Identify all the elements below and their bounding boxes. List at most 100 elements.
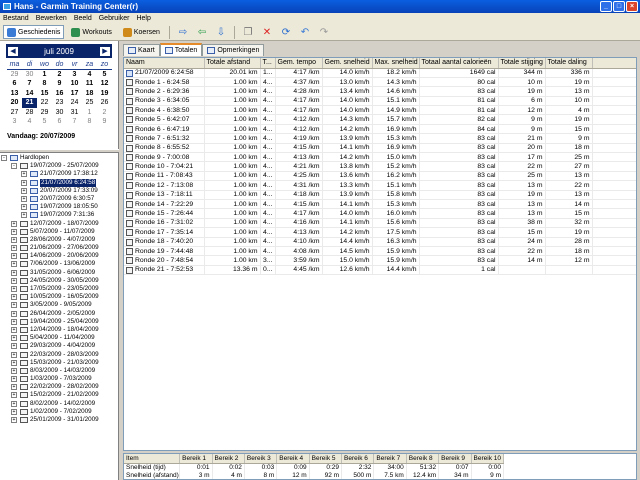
calendar-day[interactable]: 3 xyxy=(7,117,22,127)
zone-row[interactable]: Snelheid (tijd) 0:01 0:02 0:03 0:09 0:29 2:32 3… xyxy=(124,463,505,471)
calendar-day[interactable]: 29 xyxy=(7,70,22,80)
tree-activity-node[interactable]: +21/07/2009 6:24:58 xyxy=(0,178,118,187)
redo-icon[interactable]: ↷ xyxy=(316,26,332,39)
expand-icon[interactable]: + xyxy=(11,417,17,423)
expand-icon[interactable]: + xyxy=(11,220,17,227)
expand-icon[interactable]: + xyxy=(11,236,17,243)
expand-icon[interactable]: + xyxy=(11,294,17,301)
calendar-day[interactable]: 5 xyxy=(97,70,112,80)
column-header[interactable]: Totale daling xyxy=(545,58,593,69)
calendar-day[interactable]: 19 xyxy=(97,89,112,99)
menu-beeld[interactable]: Beeld xyxy=(74,15,92,22)
column-header[interactable]: Gem. tempo xyxy=(275,58,323,69)
expand-icon[interactable]: + xyxy=(11,253,17,260)
table-row-lap[interactable]: Ronde 8 - 6:55:52 1.00 km 4... 4:15 /km 14.1… xyxy=(124,143,636,154)
tree-week-node[interactable]: - 19/07/2009 - 25/07/2009 xyxy=(0,162,118,170)
tab-kaart[interactable]: Kaart xyxy=(123,44,160,56)
table-row-lap[interactable]: Ronde 20 - 7:48:54 1.00 km 3... 3:59 /km 15.… xyxy=(124,255,636,266)
tree-week-node[interactable]: +3/05/2009 - 9/05/2009 xyxy=(0,301,118,309)
tree-week-node[interactable]: +12/04/2009 - 18/04/2009 xyxy=(0,326,118,334)
table-row-lap[interactable]: Ronde 2 - 6:29:36 1.00 km 4... 4:28 /km 13.4… xyxy=(124,86,636,97)
calendar-day[interactable]: 7 xyxy=(22,79,37,89)
collapse-icon[interactable]: - xyxy=(11,163,17,170)
expand-icon[interactable]: + xyxy=(11,318,17,325)
delete-icon[interactable]: ✕ xyxy=(259,26,275,39)
table-row-lap[interactable]: Ronde 17 - 7:35:14 1.00 km 4... 4:13 /km 14.… xyxy=(124,227,636,238)
calendar-day[interactable]: 29 xyxy=(37,108,52,118)
collapse-icon[interactable]: - xyxy=(1,155,7,161)
zone-column-header[interactable]: Bereik 3 xyxy=(244,454,278,464)
calendar-day[interactable]: 12 xyxy=(97,79,112,89)
tree-week-node[interactable]: +5/04/2009 - 11/04/2009 xyxy=(0,334,118,342)
table-row-lap[interactable]: Ronde 10 - 7:04:21 1.00 km 4... 4:21 /km 13.… xyxy=(124,161,636,172)
tree-week-node[interactable]: +26/04/2009 - 2/05/2009 xyxy=(0,310,118,318)
table-row-lap[interactable]: Ronde 14 - 7:22:29 1.00 km 4... 4:15 /km 14.… xyxy=(124,199,636,210)
tree-week-node[interactable]: +14/06/2009 - 20/06/2009 xyxy=(0,252,118,260)
expand-icon[interactable]: + xyxy=(11,302,17,309)
tree-week-node[interactable]: +22/03/2009 - 28/03/2009 xyxy=(0,351,118,359)
calendar-prev-button[interactable]: ◀ xyxy=(8,46,18,56)
column-header[interactable]: Naam xyxy=(124,58,205,69)
table-row-lap[interactable]: Ronde 5 - 6:42:07 1.00 km 4... 4:12 /km 14.3… xyxy=(124,114,636,125)
expand-icon[interactable]: + xyxy=(11,286,17,292)
calendar-day[interactable]: 18 xyxy=(82,89,97,99)
calendar-day[interactable]: 14 xyxy=(22,89,37,99)
calendar-day[interactable]: 11 xyxy=(82,79,97,89)
calendar-day[interactable]: 23 xyxy=(52,98,67,108)
workouts-button[interactable]: Workouts xyxy=(67,25,115,39)
tab-totalen[interactable]: Totalen xyxy=(159,43,203,56)
zone-column-header[interactable]: Item xyxy=(124,454,181,464)
calendar-day[interactable]: 27 xyxy=(7,108,22,118)
calendar-day[interactable]: 24 xyxy=(67,98,82,108)
minimize-button[interactable]: _ xyxy=(600,1,612,12)
expand-icon[interactable]: + xyxy=(11,245,17,252)
calendar-day[interactable]: 3 xyxy=(67,70,82,80)
tree-activity-node[interactable]: +19/07/2009 18:05:50 xyxy=(0,203,118,211)
expand-icon[interactable]: + xyxy=(11,392,17,399)
table-row-lap[interactable]: Ronde 4 - 6:38:50 1.00 km 4... 4:17 /km 14.0… xyxy=(124,105,636,116)
calendar-day[interactable]: 30 xyxy=(22,70,37,80)
calendar-today[interactable]: Vandaag: 20/07/2009 xyxy=(7,133,75,140)
table-row-activity[interactable]: 21/07/2009 6:24:58 20.01 km 1... 4:17 /km 14… xyxy=(124,68,636,78)
tree-week-node[interactable]: +24/05/2009 - 30/05/2009 xyxy=(0,277,118,285)
tree-week-node[interactable]: +31/05/2009 - 6/06/2009 xyxy=(0,269,118,277)
close-button[interactable]: × xyxy=(626,1,638,12)
calendar-day[interactable]: 28 xyxy=(22,108,37,118)
table-row-lap[interactable]: Ronde 1 - 6:24:58 1.00 km 4... 4:37 /km 13.0… xyxy=(124,77,636,88)
zone-row[interactable]: Snelheid (afstand) 3 m4 m8 m 12 m 92 m 500 m… xyxy=(124,471,505,479)
calendar-day[interactable]: 5 xyxy=(37,117,52,127)
column-header[interactable]: Totale stijging xyxy=(498,58,546,69)
calendar-day[interactable]: 8 xyxy=(82,117,97,127)
copy-icon[interactable]: ❐ xyxy=(240,26,256,39)
expand-icon[interactable]: + xyxy=(21,204,27,211)
tree-week-node[interactable]: +29/03/2009 - 4/04/2009 xyxy=(0,342,118,350)
table-row-lap[interactable]: Ronde 9 - 7:00:08 1.00 km 4... 4:13 /km 14.2… xyxy=(124,152,636,163)
column-header[interactable]: Gem. snelheid xyxy=(322,58,373,69)
tree-week-node[interactable]: +15/03/2009 - 21/03/2009 xyxy=(0,359,118,367)
table-row-lap[interactable]: Ronde 3 - 6:34:05 1.00 km 4... 4:17 /km 14.0… xyxy=(124,96,636,107)
calendar-day[interactable]: 16 xyxy=(52,89,67,99)
tree-week-node[interactable]: +7/06/2009 - 13/06/2009 xyxy=(0,260,118,268)
tree-week-node[interactable]: +22/02/2009 - 28/02/2009 xyxy=(0,383,118,391)
refresh-icon[interactable]: ⟳ xyxy=(278,26,294,39)
calendar-day[interactable]: 13 xyxy=(7,89,22,99)
import-icon[interactable]: ⇩ xyxy=(213,26,229,39)
receive-from-device-icon[interactable]: ⇦ xyxy=(194,26,210,39)
tree-week-node[interactable]: +19/04/2009 - 25/04/2009 xyxy=(0,318,118,326)
menu-bestand[interactable]: Bestand xyxy=(3,15,29,22)
calendar-day[interactable]: 9 xyxy=(52,79,67,89)
expand-icon[interactable]: + xyxy=(11,269,17,276)
table-row-lap[interactable]: Ronde 6 - 6:47:19 1.00 km 4... 4:12 /km 14.2… xyxy=(124,124,636,135)
table-row-lap[interactable]: Ronde 16 - 7:31:02 1.00 km 4... 4:16 /km 14.… xyxy=(124,218,636,229)
tree-week-node[interactable]: +28/06/2009 - 4/07/2009 xyxy=(0,236,118,244)
calendar-day[interactable]: 17 xyxy=(67,89,82,99)
zone-column-header[interactable]: Bereik 8 xyxy=(406,454,440,464)
expand-icon[interactable]: + xyxy=(11,277,17,284)
menu-bewerken[interactable]: Bewerken xyxy=(36,15,67,22)
tree-week-node[interactable]: +15/02/2009 - 21/02/2009 xyxy=(0,391,118,399)
expand-icon[interactable]: + xyxy=(21,171,27,178)
tree-week-node[interactable]: +1/03/2009 - 7/03/2009 xyxy=(0,375,118,383)
table-row-lap[interactable]: Ronde 12 - 7:13:08 1.00 km 4... 4:31 /km 13.… xyxy=(124,180,636,191)
table-row-lap[interactable]: Ronde 18 - 7:40:20 1.00 km 4... 4:10 /km 14.… xyxy=(124,237,636,247)
table-row-lap[interactable]: Ronde 15 - 7:26:44 1.00 km 4... 4:17 /km 14.… xyxy=(124,208,636,219)
